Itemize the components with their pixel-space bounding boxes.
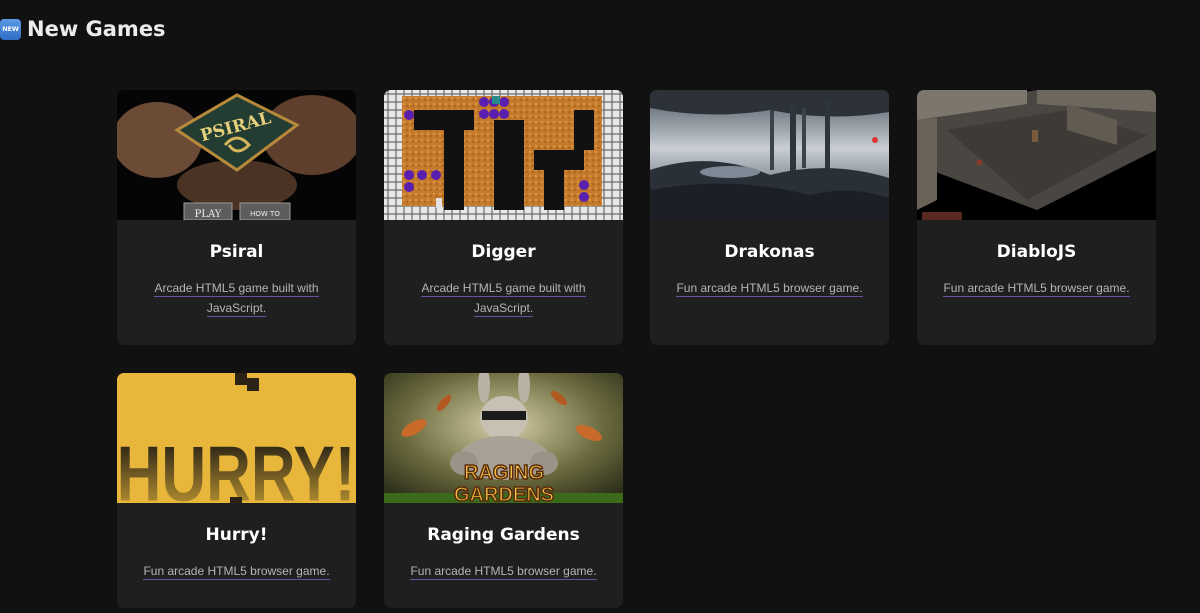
game-description: Arcade HTML5 game built with JavaScript. bbox=[154, 281, 319, 317]
game-description: Fun arcade HTML5 browser game. bbox=[676, 281, 863, 297]
game-title[interactable]: Hurry! bbox=[117, 525, 356, 545]
game-thumbnail-raging-gardens[interactable]: RAGING GARDENS bbox=[384, 373, 623, 503]
svg-text:PLAY: PLAY bbox=[195, 209, 222, 220]
svg-text:RAGING: RAGING bbox=[464, 462, 544, 484]
game-title[interactable]: Drakonas bbox=[650, 242, 889, 262]
game-title[interactable]: DiabloJS bbox=[917, 242, 1156, 262]
game-description: Fun arcade HTML5 browser game. bbox=[410, 564, 597, 580]
game-thumbnail-drakonas[interactable] bbox=[650, 90, 889, 220]
game-title[interactable]: Raging Gardens bbox=[384, 525, 623, 545]
svg-text:GARDENS: GARDENS bbox=[454, 484, 554, 503]
svg-text:HOW TO: HOW TO bbox=[250, 210, 280, 218]
game-thumbnail-digger[interactable] bbox=[384, 90, 623, 220]
game-card-drakonas[interactable]: Drakonas Fun arcade HTML5 browser game. bbox=[650, 90, 889, 345]
new-icon: NEW bbox=[0, 18, 21, 40]
game-card-psiral[interactable]: PSIRAL PLAY HOW TO Psiral Arcade HTML5 g… bbox=[117, 90, 356, 345]
game-card-digger[interactable]: Digger Arcade HTML5 game built with Java… bbox=[384, 90, 623, 345]
game-thumbnail-psiral[interactable]: PSIRAL PLAY HOW TO bbox=[117, 90, 356, 220]
game-description: Fun arcade HTML5 browser game. bbox=[143, 564, 330, 580]
game-card-hurry[interactable]: HURRY! Hurry! Fun arcade HTML5 browser g… bbox=[117, 373, 356, 608]
game-thumbnail-diablojs[interactable] bbox=[917, 90, 1156, 220]
section-title: New Games bbox=[27, 17, 166, 41]
game-title[interactable]: Psiral bbox=[117, 242, 356, 262]
section-header: NEW New Games bbox=[0, 17, 166, 41]
game-card-raging-gardens[interactable]: RAGING GARDENS Raging Gardens Fun arcade… bbox=[384, 373, 623, 608]
game-description: Arcade HTML5 game built with JavaScript. bbox=[421, 281, 586, 317]
game-thumbnail-hurry[interactable]: HURRY! bbox=[117, 373, 356, 503]
game-title[interactable]: Digger bbox=[384, 242, 623, 262]
game-card-diablojs[interactable]: DiabloJS Fun arcade HTML5 browser game. bbox=[917, 90, 1156, 345]
game-description: Fun arcade HTML5 browser game. bbox=[943, 281, 1130, 297]
